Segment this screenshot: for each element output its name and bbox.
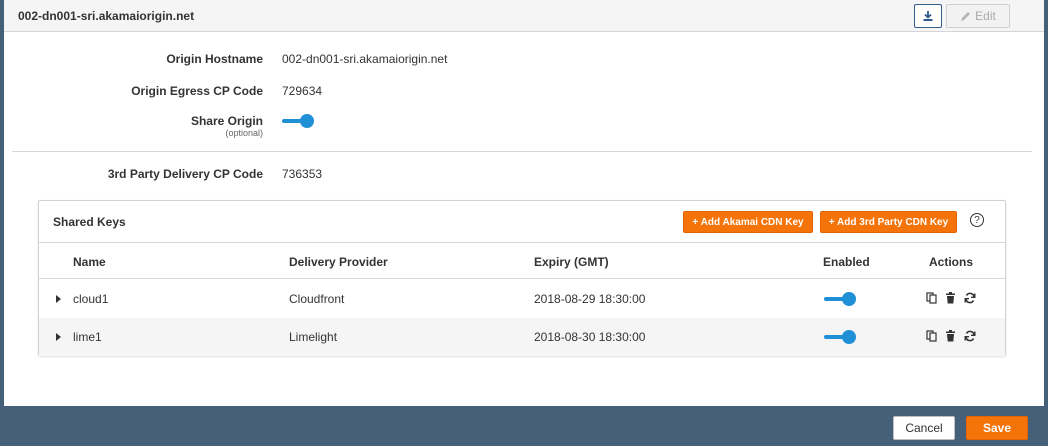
key-provider: Limelight bbox=[289, 330, 338, 344]
trash-icon[interactable] bbox=[944, 291, 957, 305]
pencil-icon bbox=[961, 11, 971, 21]
origin-egress-value: 729634 bbox=[282, 84, 323, 98]
column-header-provider[interactable]: Delivery Provider bbox=[289, 255, 388, 269]
toggle-knob bbox=[300, 114, 314, 128]
trash-icon[interactable] bbox=[944, 329, 957, 343]
origin-hostname-value: 002-dn001-sri.akamaiorigin.net bbox=[282, 52, 448, 66]
shared-keys-card: Shared Keys + Add Akamai CDN Key + Add 3… bbox=[38, 200, 1006, 356]
caret-right-icon[interactable] bbox=[56, 295, 61, 303]
origin-hostname-row: Origin Hostname 002-dn001-sri.akamaiorig… bbox=[4, 52, 1044, 72]
table-header: Name Delivery Provider Expiry (GMT) Enab… bbox=[39, 243, 1005, 279]
key-enabled-toggle[interactable] bbox=[824, 330, 856, 344]
origin-egress-row: Origin Egress CP Code 729634 bbox=[4, 84, 1044, 104]
row-actions bbox=[925, 329, 976, 343]
help-icon[interactable]: ? bbox=[970, 213, 984, 227]
copy-icon[interactable] bbox=[925, 329, 938, 343]
column-header-expiry[interactable]: Expiry (GMT) bbox=[534, 255, 609, 269]
table-row: lime1 Limelight 2018-08-30 18:30:00 bbox=[39, 318, 1005, 356]
save-button[interactable]: Save bbox=[966, 416, 1028, 440]
toggle-knob bbox=[842, 330, 856, 344]
cancel-button[interactable]: Cancel bbox=[893, 416, 955, 440]
share-origin-row: Share Origin (optional) bbox=[4, 114, 1044, 144]
key-expiry: 2018-08-29 18:30:00 bbox=[534, 292, 646, 306]
table-row: cloud1 Cloudfront 2018-08-29 18:30:00 bbox=[39, 280, 1005, 318]
column-header-actions: Actions bbox=[929, 255, 974, 269]
panel-header: 002-dn001-sri.akamaiorigin.net Edit bbox=[4, 0, 1044, 32]
column-header-enabled: Enabled bbox=[823, 255, 870, 269]
origin-egress-label: Origin Egress CP Code bbox=[131, 84, 263, 98]
column-header-name[interactable]: Name bbox=[73, 255, 106, 269]
shared-keys-header: Shared Keys + Add Akamai CDN Key + Add 3… bbox=[39, 201, 1005, 243]
refresh-icon[interactable] bbox=[963, 291, 976, 305]
origin-panel: 002-dn001-sri.akamaiorigin.net Edit Orig… bbox=[4, 0, 1044, 406]
third-party-value: 736353 bbox=[282, 167, 323, 181]
key-provider: Cloudfront bbox=[289, 292, 345, 306]
page-title: 002-dn001-sri.akamaiorigin.net bbox=[18, 8, 195, 23]
download-button[interactable] bbox=[914, 4, 942, 28]
row-actions bbox=[925, 291, 976, 305]
toggle-knob bbox=[842, 292, 856, 306]
share-origin-label: Share Origin bbox=[190, 114, 263, 128]
key-enabled-toggle[interactable] bbox=[824, 292, 856, 306]
add-third-party-cdn-key-button[interactable]: + Add 3rd Party CDN Key bbox=[820, 211, 957, 233]
share-origin-toggle[interactable] bbox=[282, 114, 314, 128]
origin-hostname-label: Origin Hostname bbox=[166, 52, 263, 66]
caret-right-icon[interactable] bbox=[56, 333, 61, 341]
header-actions: Edit bbox=[914, 4, 1010, 28]
download-icon bbox=[923, 11, 933, 21]
share-origin-optional: (optional) bbox=[225, 128, 263, 138]
add-akamai-cdn-key-button[interactable]: + Add Akamai CDN Key bbox=[683, 211, 813, 233]
edit-button[interactable]: Edit bbox=[946, 4, 1010, 28]
third-party-label: 3rd Party Delivery CP Code bbox=[107, 167, 263, 181]
key-name: lime1 bbox=[73, 330, 102, 344]
key-name: cloud1 bbox=[73, 292, 109, 306]
shared-keys-title: Shared Keys bbox=[53, 215, 126, 229]
edit-button-label: Edit bbox=[975, 9, 996, 23]
copy-icon[interactable] bbox=[925, 291, 938, 305]
third-party-row: 3rd Party Delivery CP Code 736353 bbox=[4, 167, 1044, 187]
section-divider bbox=[12, 151, 1032, 152]
key-expiry: 2018-08-30 18:30:00 bbox=[534, 330, 646, 344]
refresh-icon[interactable] bbox=[963, 329, 976, 343]
